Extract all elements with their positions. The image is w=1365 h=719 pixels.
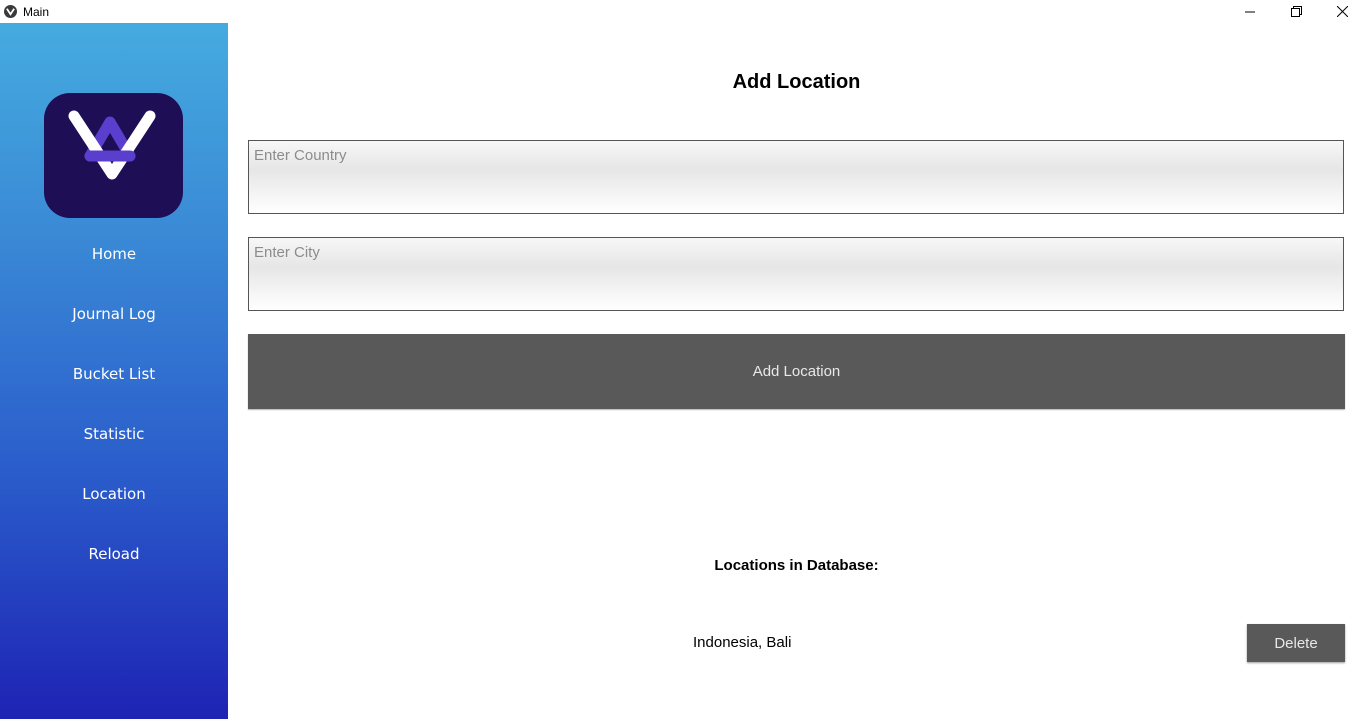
- window-titlebar: Main: [0, 0, 1365, 23]
- location-text: Indonesia, Bali: [693, 634, 792, 651]
- minimize-icon[interactable]: [1227, 0, 1273, 23]
- sidebar-item-reload[interactable]: Reload: [0, 545, 228, 563]
- sidebar-item-bucket-list[interactable]: Bucket List: [0, 365, 228, 383]
- sidebar-item-home[interactable]: Home: [0, 245, 228, 263]
- close-icon[interactable]: [1319, 0, 1365, 23]
- page-title: Add Location: [732, 71, 861, 93]
- window-controls: [1227, 0, 1365, 23]
- window-title: Main: [23, 4, 50, 19]
- add-location-button[interactable]: Add Location: [248, 334, 1345, 409]
- sidebar-item-statistic[interactable]: Statistic: [0, 425, 228, 443]
- delete-button[interactable]: Delete: [1247, 624, 1345, 662]
- v-logo-icon: [44, 93, 183, 218]
- app-icon: [4, 5, 17, 18]
- sidebar: Home Journal Log Bucket List Statistic L…: [0, 23, 228, 719]
- sidebar-item-location[interactable]: Location: [0, 485, 228, 503]
- city-field[interactable]: Enter City: [248, 237, 1344, 311]
- city-input[interactable]: [249, 238, 1343, 310]
- list-item: Indonesia, Bali Delete: [248, 623, 1345, 663]
- main-content: Add Location Enter Country Enter City Ad…: [228, 23, 1365, 719]
- restore-icon[interactable]: [1273, 0, 1319, 23]
- country-input[interactable]: [249, 141, 1343, 213]
- locations-heading: Locations in Database:: [714, 557, 879, 574]
- sidebar-item-journal-log[interactable]: Journal Log: [0, 305, 228, 323]
- country-field[interactable]: Enter Country: [248, 140, 1344, 214]
